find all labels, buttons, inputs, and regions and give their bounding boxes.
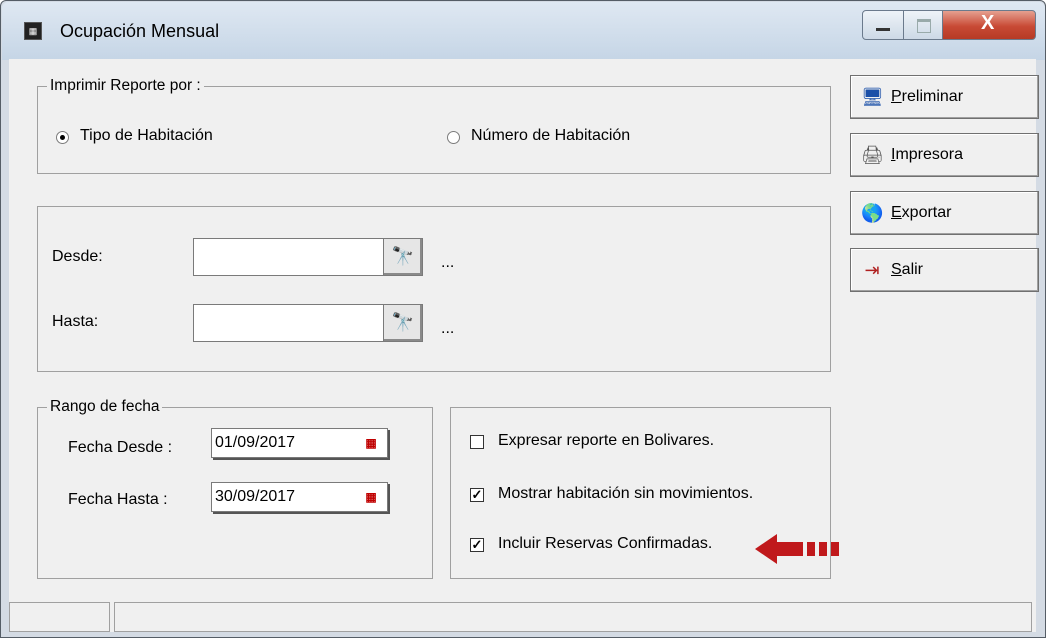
title-bar: ▦ Ocupación Mensual X [2, 2, 1045, 60]
preliminar-label: Preliminar [891, 88, 964, 105]
radio-tipo-habitacion[interactable] [56, 131, 69, 144]
hasta-label: Hasta: [52, 313, 99, 330]
fecha-desde-label: Fecha Desde : [68, 439, 173, 456]
bolivares-checkbox[interactable] [470, 435, 484, 449]
reservas-checkbox[interactable]: ✓ [470, 538, 484, 552]
minimize-icon [876, 28, 890, 31]
binoculars-icon: 🔭 [391, 312, 415, 332]
range-group [37, 206, 831, 372]
hasta-lookup-button[interactable]: 🔭 [383, 304, 423, 342]
maximize-icon [917, 19, 931, 33]
impresora-label: Impresora [891, 146, 964, 163]
radio-dot [60, 135, 65, 140]
radio-numero-habitacion[interactable] [447, 131, 460, 144]
radio-numero-habitacion-label[interactable]: Número de Habitación [471, 127, 630, 145]
desde-ellipsis: ... [441, 254, 455, 271]
window-title: Ocupación Mensual [60, 21, 220, 41]
report-by-legend: Imprimir Reporte por : [47, 77, 204, 95]
exportar-button[interactable]: 🌎 Exportar [850, 191, 1039, 235]
printer-icon: 🖨 [861, 145, 884, 165]
calendar-icon: ▦ [365, 490, 377, 504]
bolivares-label[interactable]: Expresar reporte en Bolivares. [498, 432, 714, 450]
sin-movimientos-label[interactable]: Mostrar habitación sin movimientos. [498, 485, 753, 503]
salir-button[interactable]: ⇥ Salir [850, 248, 1039, 292]
status-panel-2 [114, 602, 1032, 632]
desde-label: Desde: [52, 248, 103, 265]
preliminar-button[interactable]: 🖥 Preliminar [850, 75, 1039, 119]
fecha-hasta-input[interactable]: 30/09/2017 ▦ [211, 482, 388, 512]
exportar-label: Exportar [891, 204, 952, 221]
exit-door-icon: ⇥ [864, 260, 880, 280]
fecha-hasta-value: 30/09/2017 [215, 488, 296, 505]
fecha-desde-input[interactable]: 01/09/2017 ▦ [211, 428, 388, 458]
minimize-button[interactable] [862, 10, 904, 40]
client-area: Imprimir Reporte por : Tipo de Habitació… [9, 59, 1039, 632]
desde-lookup-button[interactable]: 🔭 [383, 238, 423, 276]
maximize-button[interactable] [903, 10, 943, 40]
binoculars-icon: 🔭 [391, 246, 415, 266]
fecha-hasta-calendar-button[interactable]: ▦ [359, 486, 383, 508]
impresora-button[interactable]: 🖨 Impresora [850, 133, 1039, 177]
red-arrow-annotation [755, 534, 839, 564]
app-icon: ▦ [24, 22, 42, 40]
fecha-desde-value: 01/09/2017 [215, 434, 296, 451]
status-panel-1 [9, 602, 110, 632]
sin-movimientos-checkbox[interactable]: ✓ [470, 488, 484, 502]
radio-tipo-habitacion-label[interactable]: Tipo de Habitación [80, 127, 213, 145]
calendar-icon: ▦ [365, 436, 377, 450]
reservas-label[interactable]: Incluir Reservas Confirmadas. [498, 535, 712, 553]
fecha-hasta-label: Fecha Hasta : [68, 491, 168, 508]
salir-label: Salir [891, 261, 924, 278]
desde-input[interactable] [193, 238, 383, 276]
close-button[interactable]: X [942, 10, 1036, 40]
monitor-icon: 🖥 [861, 87, 884, 107]
hasta-ellipsis: ... [441, 320, 455, 337]
status-bar [9, 601, 1036, 632]
close-icon: X [981, 12, 995, 34]
globe-icon: 🌎 [861, 203, 884, 223]
hasta-input[interactable] [193, 304, 383, 342]
date-range-legend: Rango de fecha [47, 398, 163, 416]
fecha-desde-calendar-button[interactable]: ▦ [359, 432, 383, 454]
